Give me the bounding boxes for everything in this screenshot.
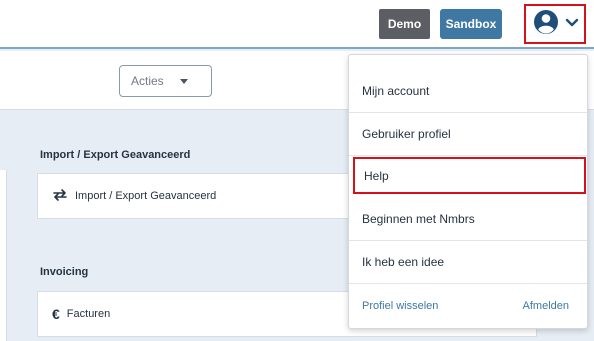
section-title-import-export: Import / Export Geavanceerd [40,149,191,161]
menu-item-help[interactable]: Help [353,157,586,194]
actions-dropdown[interactable]: Acties [119,65,212,97]
menu-item-beginnen[interactable]: Beginnen met Nmbrs [349,198,587,241]
swap-arrows-icon [52,188,68,205]
switch-profile-link[interactable]: Profiel wisselen [362,300,438,312]
euro-icon: € [52,306,60,322]
section-title-invoicing: Invoicing [40,266,89,278]
user-menu-button[interactable] [524,4,586,44]
menu-item-idee[interactable]: Ik heb een idee [349,241,587,284]
top-bar: Demo Sandbox [0,0,594,49]
card-label: Facturen [66,308,111,320]
dropdown-footer: Profiel wisselen Afmelden [349,284,587,328]
menu-item-gebruiker-profiel[interactable]: Gebruiker profiel [349,113,587,156]
sandbox-button[interactable]: Sandbox [440,9,502,39]
logout-link[interactable]: Afmelden [523,300,569,312]
left-panel [0,170,7,341]
card-label: Import / Export Geavanceerd [75,190,217,202]
user-circle-icon [533,9,559,40]
actions-label: Acties [131,74,164,88]
demo-button[interactable]: Demo [379,9,430,39]
menu-item-mijn-account[interactable]: Mijn account [349,70,587,113]
chevron-down-icon [565,15,579,33]
caret-down-icon [179,78,188,84]
user-dropdown-menu: Mijn account Gebruiker profiel Help Begi… [348,54,588,329]
